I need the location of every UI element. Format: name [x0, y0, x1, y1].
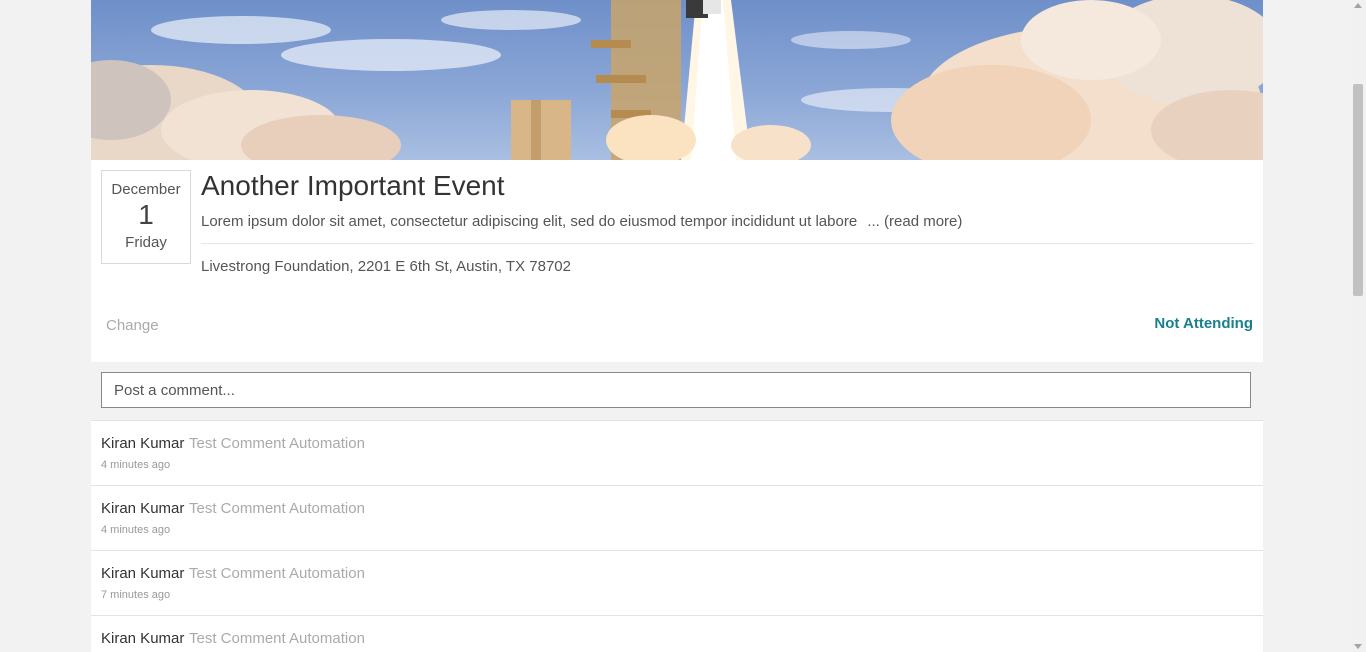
comment-text: Test Comment Automation [189, 565, 365, 582]
comment-text: Test Comment Automation [189, 500, 365, 517]
event-card: December 1 Friday Another Important Even… [91, 0, 1263, 362]
event-location: Livestrong Foundation, 2201 E 6th St, Au… [201, 258, 571, 275]
comment-item: Kiran Kumar Test Comment Automation 4 mi… [91, 420, 1263, 485]
change-rsvp-link[interactable]: Change [106, 317, 159, 334]
event-title: Another Important Event [201, 170, 505, 201]
comment-author[interactable]: Kiran Kumar [101, 435, 184, 452]
comment-author[interactable]: Kiran Kumar [101, 565, 184, 582]
event-description: Lorem ipsum dolor sit amet, consectetur … [201, 213, 1251, 230]
read-more-link[interactable]: ... (read more) [867, 213, 962, 230]
comment-item: Kiran Kumar Test Comment Automation 4 mi… [91, 485, 1263, 550]
event-date-weekday: Friday [125, 234, 167, 251]
comment-input[interactable] [101, 372, 1251, 408]
page: December 1 Friday Another Important Even… [0, 0, 1366, 652]
page-scrollbar[interactable] [1351, 0, 1366, 652]
comment-timestamp: 4 minutes ago [101, 459, 171, 471]
scroll-down-arrow-icon[interactable] [1354, 644, 1362, 649]
scroll-up-arrow-icon[interactable] [1354, 3, 1362, 8]
comment-text: Test Comment Automation [189, 435, 365, 452]
event-date-month: December [111, 181, 181, 198]
comment-timestamp: 4 minutes ago [101, 524, 171, 536]
shuttle-launch-illustration [91, 0, 1263, 160]
rsvp-status-button[interactable]: Not Attending [1154, 315, 1253, 332]
scrollbar-thumb[interactable] [1353, 84, 1363, 296]
divider [201, 243, 1253, 244]
event-date-badge: December 1 Friday [101, 170, 191, 264]
comment-timestamp: 7 minutes ago [101, 589, 171, 601]
comment-item: Kiran Kumar Test Comment Automation 7 mi… [91, 550, 1263, 615]
event-date-day: 1 [138, 199, 154, 230]
comment-text: Test Comment Automation [189, 630, 365, 647]
event-description-text: Lorem ipsum dolor sit amet, consectetur … [201, 213, 858, 230]
comment-author[interactable]: Kiran Kumar [101, 500, 184, 517]
comment-item: Kiran Kumar Test Comment Automation [91, 615, 1263, 652]
comment-list: Kiran Kumar Test Comment Automation 4 mi… [91, 420, 1263, 652]
comment-author[interactable]: Kiran Kumar [101, 630, 184, 647]
event-hero-image [91, 0, 1263, 160]
